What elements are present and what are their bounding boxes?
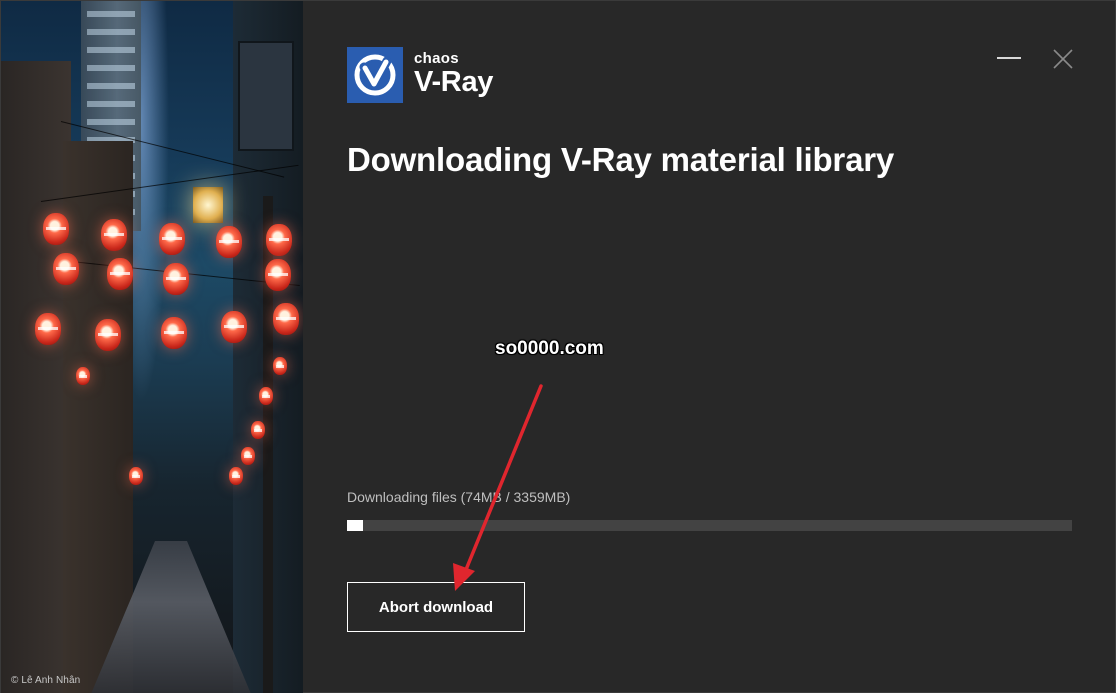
lantern [221, 311, 247, 343]
close-icon [1053, 49, 1073, 69]
lantern [35, 313, 61, 345]
page-title: Downloading V-Ray material library [347, 141, 895, 178]
lantern [229, 467, 243, 485]
building-left [1, 61, 71, 693]
watermark: so0000.com [495, 338, 604, 359]
minimize-icon [997, 57, 1021, 59]
lantern [53, 253, 79, 285]
lantern [273, 357, 287, 375]
close-button[interactable] [1049, 45, 1077, 73]
progress-fill [347, 520, 363, 531]
lantern [163, 263, 189, 295]
installer-window: © Lê Anh Nhân chaos V-Ray Downloading V-… [0, 0, 1116, 693]
lantern [259, 387, 273, 405]
lantern [161, 317, 187, 349]
lantern [129, 467, 143, 485]
lantern [266, 224, 292, 256]
street-lamp [193, 187, 223, 223]
abort-download-button[interactable]: Abort download [347, 582, 525, 632]
progress-label: Downloading files (74MB / 3359MB) [347, 489, 571, 505]
lantern [76, 367, 90, 385]
minimize-button[interactable] [995, 45, 1023, 73]
photo-credit: © Lê Anh Nhân [11, 675, 81, 686]
lantern [95, 319, 121, 351]
vray-logo: chaos V-Ray [347, 47, 493, 103]
lantern [251, 421, 265, 439]
logo-brand: chaos [414, 50, 459, 67]
background-photo: © Lê Anh Nhân [1, 1, 303, 693]
lantern [159, 223, 185, 255]
logo-product: V-Ray [414, 66, 494, 98]
lantern [216, 226, 242, 258]
progress-bar [347, 520, 1072, 531]
vertical-sign [238, 41, 294, 151]
lantern [107, 258, 133, 290]
lantern [241, 447, 255, 465]
lantern [101, 219, 127, 251]
lantern [265, 259, 291, 291]
vray-logo-icon [347, 47, 403, 103]
lantern [273, 303, 299, 335]
lantern [43, 213, 69, 245]
